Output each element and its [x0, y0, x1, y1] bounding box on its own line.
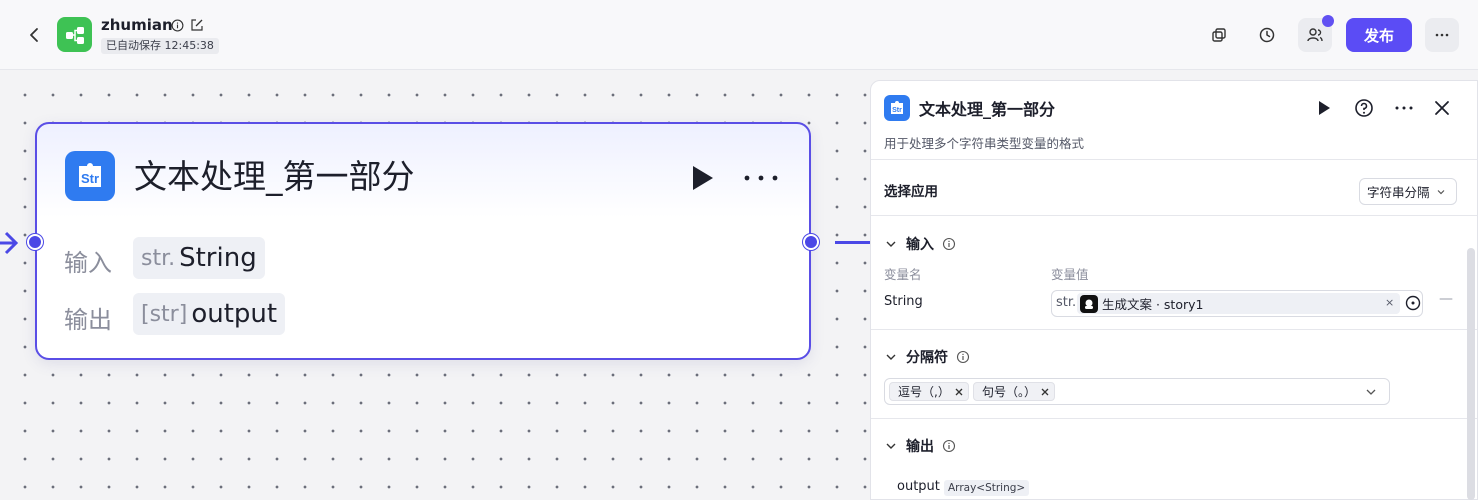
svg-text:Str: Str — [892, 107, 902, 114]
target-icon[interactable] — [1404, 294, 1422, 312]
node-output-chip: [str] output — [133, 293, 286, 335]
select-app-label: 选择应用 — [884, 184, 938, 200]
separator-multiselect[interactable]: 逗号（,） 句号（。） — [884, 378, 1390, 405]
string-array-type-icon: [str] — [141, 301, 188, 327]
info-icon[interactable] — [942, 439, 956, 453]
separator-tag-label: 逗号（,） — [898, 385, 950, 399]
chevron-down-icon — [886, 354, 896, 360]
run-icon[interactable] — [1313, 97, 1335, 119]
collaborators-icon — [1307, 28, 1323, 42]
panel-more-icon[interactable] — [1393, 97, 1415, 119]
text-processing-node[interactable]: Str 文本处理_第一部分 输入 str. String 输出 [str] ou… — [27, 122, 819, 360]
separator-tag: 句号（。） — [973, 382, 1056, 401]
var-reference[interactable]: 生成文案 · story1 — [1077, 293, 1400, 314]
input-section-title: 输入 — [906, 237, 934, 253]
notification-badge — [1322, 15, 1334, 27]
separator-tag-label: 句号（。） — [982, 385, 1037, 399]
output-section-header[interactable]: 输出 — [884, 436, 956, 456]
output-section-title: 输出 — [906, 439, 934, 455]
app-name: zhumian — [101, 16, 173, 34]
string-node-icon: Str — [65, 151, 115, 201]
autosave-status: 已自动保存 12:45:38 — [101, 38, 219, 54]
col-var-value: 变量值 — [1051, 267, 1089, 282]
node-more-icon[interactable] — [743, 164, 779, 192]
collaborators-button[interactable] — [1298, 15, 1334, 52]
app-select-value: 字符串分隔 — [1367, 185, 1430, 200]
output-port[interactable] — [803, 234, 819, 250]
node-title: 文本处理_第一部分 — [134, 157, 415, 196]
separator-section-title: 分隔符 — [906, 350, 948, 366]
outgoing-edge — [835, 241, 870, 244]
node-input-chip: str. String — [133, 237, 265, 279]
node-avatar-icon — [1080, 294, 1098, 313]
node-output-label: 输出 — [64, 306, 112, 334]
panel-title: 文本处理_第一部分 — [919, 100, 1056, 119]
separator-section-header[interactable]: 分隔符 — [884, 347, 970, 367]
help-icon[interactable] — [1353, 97, 1375, 119]
divider — [871, 159, 1477, 160]
input-port[interactable] — [27, 234, 43, 250]
more-button[interactable] — [1425, 18, 1459, 52]
back-icon[interactable] — [24, 24, 46, 46]
run-icon[interactable] — [690, 164, 716, 192]
remove-variable-icon[interactable]: — — [1439, 291, 1453, 307]
copy-icon — [1212, 28, 1226, 42]
top-bar: zhumian 已自动保存 12:45:38 发布 — [0, 0, 1478, 70]
node-config-panel: Str 文本处理_第一部分 用于处理多个字符串类型变量的格式 选择应用 字符串分… — [870, 80, 1478, 500]
info-icon[interactable] — [942, 237, 956, 251]
workflow-icon — [57, 17, 92, 52]
history-icon — [1259, 27, 1275, 43]
remove-tag-icon[interactable] — [954, 387, 964, 397]
incoming-edge-arrow — [0, 231, 19, 255]
panel-description: 用于处理多个字符串类型变量的格式 — [884, 136, 1085, 151]
var-reference-text: 生成文案 · story1 — [1102, 297, 1204, 312]
copy-button[interactable] — [1202, 18, 1236, 52]
divider — [871, 329, 1477, 330]
chevron-down-icon[interactable] — [1363, 384, 1379, 400]
divider — [871, 215, 1477, 216]
chevron-down-icon — [1437, 189, 1444, 194]
chevron-down-icon — [886, 241, 896, 247]
close-icon[interactable] — [1431, 97, 1453, 119]
separator-tag: 逗号（,） — [889, 382, 969, 401]
string-type-icon: str. — [1056, 295, 1077, 310]
node-output-value: output — [191, 299, 278, 329]
more-icon — [1435, 33, 1449, 37]
string-node-icon: Str — [884, 95, 910, 121]
info-icon[interactable] — [956, 350, 970, 364]
divider — [871, 418, 1477, 419]
history-button[interactable] — [1250, 18, 1284, 52]
clear-reference-icon[interactable]: × — [1385, 296, 1394, 309]
svg-text:Str: Str — [81, 171, 99, 186]
node-input-label: 输入 — [64, 249, 112, 277]
app-select[interactable]: 字符串分隔 — [1359, 178, 1457, 205]
col-var-name: 变量名 — [884, 267, 922, 282]
input-section-header[interactable]: 输入 — [884, 234, 956, 254]
string-type-icon: str. — [141, 245, 176, 271]
output-type-badge: Array<String> — [944, 480, 1030, 496]
panel-scrollbar[interactable] — [1467, 248, 1475, 500]
info-icon[interactable] — [171, 19, 184, 32]
var-name: String — [884, 294, 923, 309]
publish-button[interactable]: 发布 — [1346, 18, 1412, 52]
var-value-input[interactable]: str. 生成文案 · story1 × — [1051, 290, 1423, 317]
output-name: output — [897, 479, 940, 494]
chevron-down-icon — [886, 443, 896, 449]
node-input-value: String — [179, 243, 257, 273]
edit-icon[interactable] — [190, 18, 204, 32]
remove-tag-icon[interactable] — [1040, 387, 1050, 397]
